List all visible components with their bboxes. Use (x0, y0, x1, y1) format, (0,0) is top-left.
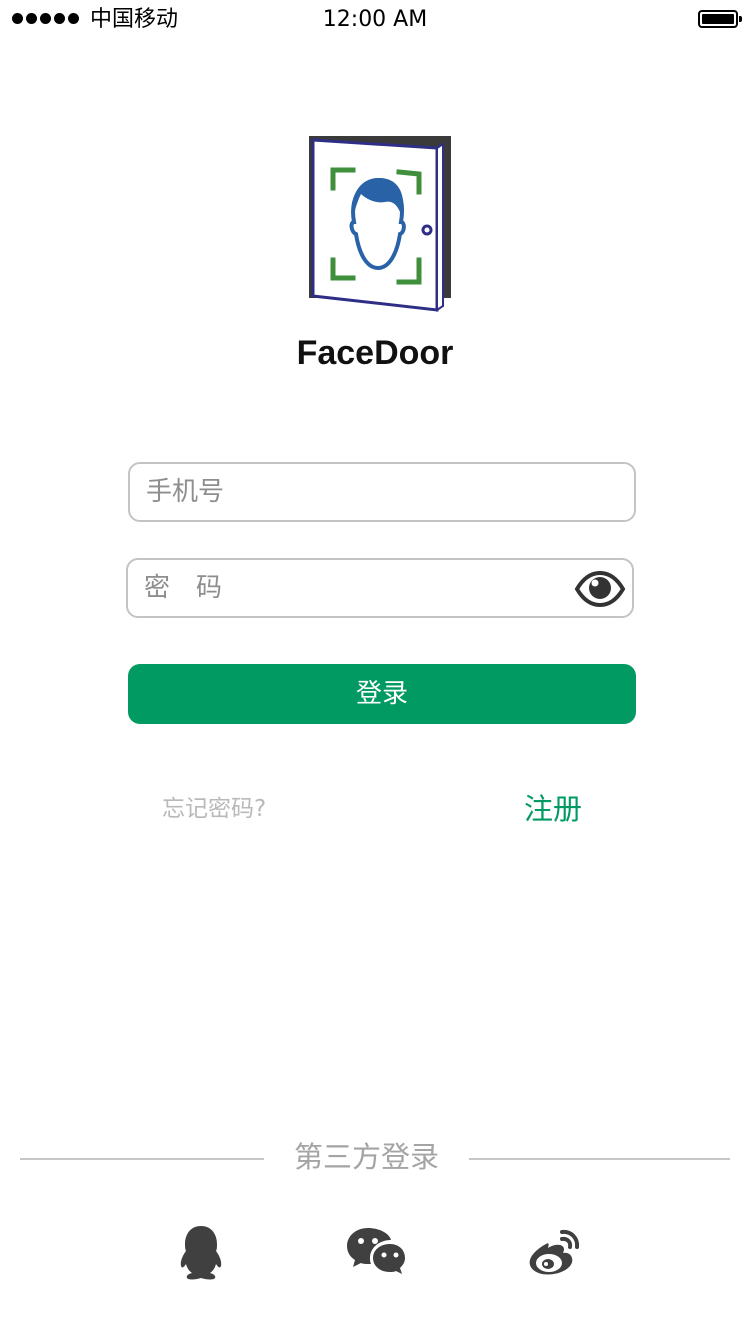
weibo-icon[interactable] (522, 1222, 582, 1282)
app-title: FaceDoor (296, 334, 454, 372)
third-party-title: 第三方登录 (293, 1140, 439, 1174)
login-button[interactable]: 登录 (128, 664, 636, 724)
status-time: 12:00 AM (322, 7, 428, 32)
password-input[interactable] (144, 560, 544, 616)
status-bar: 中国移动 12:00 AM (0, 0, 750, 40)
eye-icon[interactable] (574, 570, 626, 608)
forgot-password-link[interactable]: 忘记密码? (162, 792, 266, 826)
face-door-logo-icon (305, 132, 455, 314)
qq-icon[interactable] (171, 1222, 231, 1282)
register-link[interactable]: 注册 (524, 788, 582, 830)
divider-left (20, 1158, 264, 1160)
wechat-icon[interactable] (346, 1222, 406, 1282)
password-field (126, 558, 634, 618)
phone-input[interactable] (146, 464, 546, 520)
battery-full-icon (698, 10, 742, 28)
phone-field (128, 462, 636, 522)
divider-right (469, 1158, 730, 1160)
